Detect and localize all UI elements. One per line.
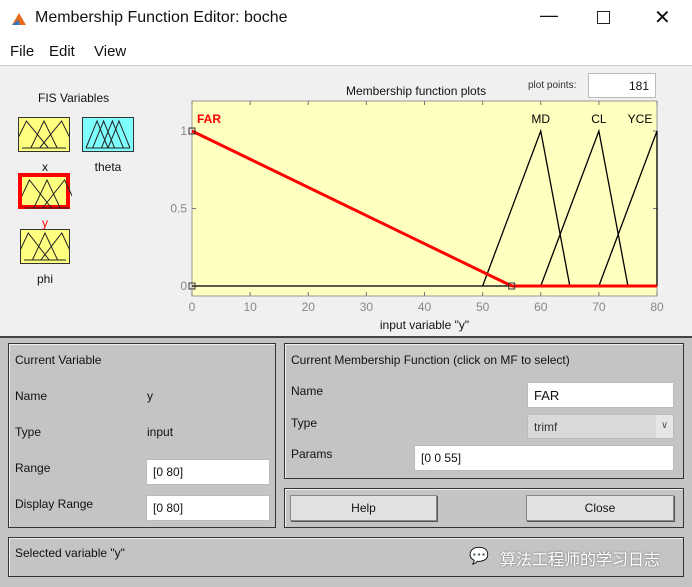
close-button[interactable]: Close bbox=[526, 495, 674, 521]
x-tick-label: 60 bbox=[534, 300, 548, 314]
fis-variable-label: y bbox=[42, 216, 48, 230]
y-tick-label: 0 bbox=[180, 279, 187, 293]
params-label: Params bbox=[291, 447, 333, 461]
mf-type-value: trimf bbox=[534, 420, 558, 434]
current-variable-heading: Current Variable bbox=[15, 353, 102, 367]
wechat-icon: 💬 bbox=[469, 548, 489, 565]
variable-name-value: y bbox=[147, 389, 153, 403]
mf-label-far: FAR bbox=[197, 112, 221, 126]
mf-label-yce: YCE bbox=[628, 112, 653, 126]
mf-name-input[interactable]: FAR bbox=[527, 382, 674, 408]
fis-variable-label: phi bbox=[36, 272, 53, 286]
x-axis-label: input variable "y" bbox=[380, 318, 469, 332]
y-tick-label: 0.5 bbox=[170, 202, 187, 216]
range-input[interactable]: [0 80] bbox=[146, 459, 270, 485]
x-tick-label: 20 bbox=[302, 300, 316, 314]
fis-variable-label: theta bbox=[94, 160, 122, 174]
x-tick-label: 70 bbox=[592, 300, 606, 314]
display-range-input[interactable]: [0 80] bbox=[146, 495, 270, 521]
x-tick-label: 30 bbox=[360, 300, 374, 314]
x-tick-label: 0 bbox=[189, 300, 196, 314]
chevron-down-icon[interactable]: ∨ bbox=[656, 415, 673, 438]
fis-variable-label: x bbox=[42, 160, 48, 174]
x-tick-label: 80 bbox=[650, 300, 664, 314]
status-panel: Selected variable "y" 💬 算法工程师的学习日志 bbox=[8, 537, 684, 577]
mf-label-md: MD bbox=[531, 112, 550, 126]
variable-name-label: Name bbox=[15, 389, 48, 403]
x-tick-label: 10 bbox=[243, 300, 257, 314]
mf-label-cl: CL bbox=[591, 112, 607, 126]
mf-type-label: Type bbox=[291, 416, 318, 430]
mf-name-label: Name bbox=[291, 384, 324, 398]
y-tick-label: 1 bbox=[180, 124, 187, 138]
button-panel: Help Close bbox=[284, 488, 684, 528]
help-button[interactable]: Help bbox=[290, 495, 437, 521]
watermark: 算法工程师的学习日志 bbox=[500, 552, 661, 569]
variable-type-label: Type bbox=[15, 425, 42, 439]
current-mf-heading: Current Membership Function (click on MF… bbox=[291, 353, 570, 367]
status-text: Selected variable "y" bbox=[15, 546, 125, 560]
range-label: Range bbox=[15, 461, 51, 475]
variable-type-value: input bbox=[147, 425, 174, 439]
plot-background bbox=[191, 100, 658, 297]
mf-type-select[interactable]: trimf ∨ bbox=[527, 414, 674, 439]
current-mf-panel: Current Membership Function (click on MF… bbox=[284, 343, 684, 479]
params-input[interactable]: [0 0 55] bbox=[414, 445, 674, 471]
x-tick-label: 50 bbox=[476, 300, 490, 314]
current-variable-panel: Current Variable Name y Type input Range… bbox=[8, 343, 276, 528]
display-range-label: Display Range bbox=[15, 497, 94, 511]
x-tick-label: 40 bbox=[418, 300, 432, 314]
